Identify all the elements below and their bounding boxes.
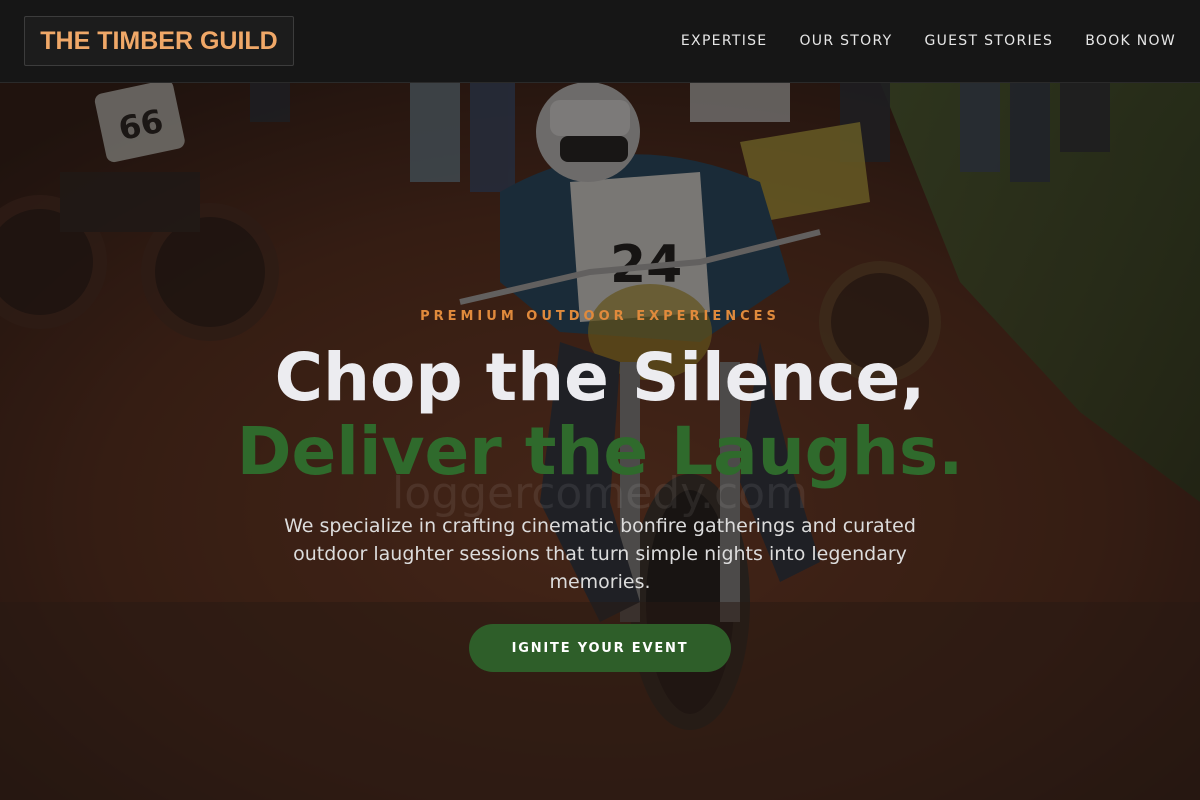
brand-logo[interactable]: THE TIMBER GUILD bbox=[24, 16, 294, 66]
hero-section: 66 24 bbox=[0, 82, 1200, 800]
nav-link-book-now[interactable]: BOOK NOW bbox=[1085, 31, 1176, 51]
hero-headline-line2: Deliver the Laughs. bbox=[236, 413, 964, 490]
top-navbar: THE TIMBER GUILD EXPERTISE OUR STORY GUE… bbox=[0, 0, 1200, 83]
hero-subtitle: We specialize in crafting cinematic bonf… bbox=[284, 515, 916, 593]
nav-link-expertise[interactable]: EXPERTISE bbox=[681, 31, 768, 51]
main-menu: EXPERTISE OUR STORY GUEST STORIES BOOK N… bbox=[681, 31, 1176, 51]
nav-link-guest-stories[interactable]: GUEST STORIES bbox=[924, 31, 1053, 51]
hero-kicker: PREMIUM OUTDOOR EXPERIENCES bbox=[420, 309, 780, 324]
hero-headline-line1: Chop the Silence, bbox=[274, 339, 926, 416]
ignite-event-button[interactable]: IGNITE YOUR EVENT bbox=[469, 624, 731, 672]
nav-link-our-story[interactable]: OUR STORY bbox=[799, 31, 892, 51]
page: THE TIMBER GUILD EXPERTISE OUR STORY GUE… bbox=[0, 0, 1200, 800]
